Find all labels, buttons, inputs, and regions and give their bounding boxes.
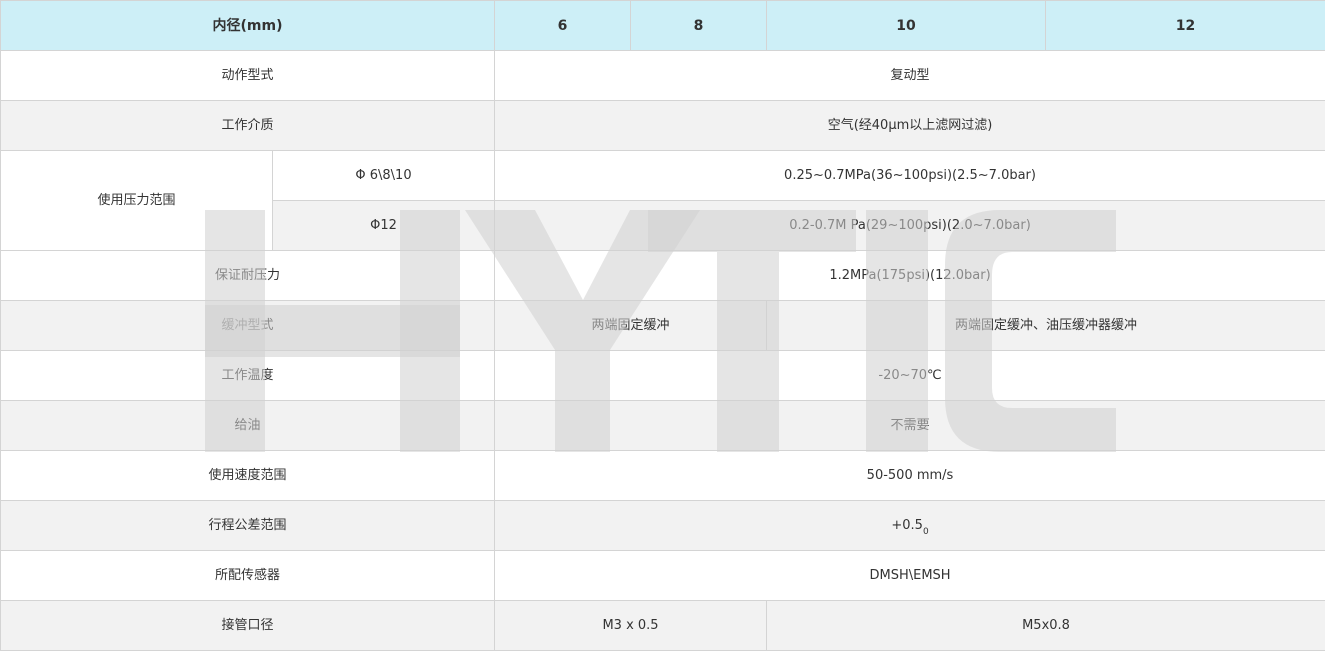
- table-row: 保证耐压力 1.2MPa(175psi)(12.0bar): [0, 250, 1325, 301]
- row-label-lubrication: 给油: [0, 400, 496, 451]
- bore-8: 8: [630, 0, 768, 51]
- row-label-stroke-tolerance: 行程公差范围: [0, 500, 496, 551]
- pressure-sub-label-1: Φ 6\8\10: [271, 150, 496, 201]
- row-value-lubrication: 不需要: [494, 400, 1325, 451]
- pressure-sub-value-1: 0.25~0.7MPa(36~100psi)(2.5~7.0bar): [494, 150, 1325, 201]
- row-label-speed: 使用速度范围: [0, 450, 496, 501]
- bore-12: 12: [1045, 0, 1325, 51]
- row-label-pressure: 使用压力范围: [0, 150, 273, 251]
- bore-6: 6: [494, 0, 632, 51]
- table-row: 使用压力范围 Φ 6\8\10 0.25~0.7MPa(36~100psi)(2…: [0, 150, 1325, 251]
- row-value-port-large: M5x0.8: [766, 600, 1325, 651]
- table-row: 所配传感器 DMSH\EMSH: [0, 550, 1325, 601]
- table-row: 给油 不需要: [0, 400, 1325, 451]
- bore-label: 内径(mm): [0, 0, 496, 51]
- table-row: 工作温度 -20~70℃: [0, 350, 1325, 401]
- row-label-sensor: 所配传感器: [0, 550, 496, 601]
- row-label-cushion: 缓冲型式: [0, 300, 496, 351]
- row-label-port: 接管口径: [0, 600, 496, 651]
- row-value-proof-pressure: 1.2MPa(175psi)(12.0bar): [494, 250, 1325, 301]
- row-value-stroke-tolerance: +0.50: [494, 500, 1325, 551]
- row-label-proof-pressure: 保证耐压力: [0, 250, 496, 301]
- row-value-cushion-large: 两端固定缓冲、油压缓冲器缓冲: [766, 300, 1325, 351]
- row-label-action-type: 动作型式: [0, 50, 496, 101]
- row-label-temperature: 工作温度: [0, 350, 496, 401]
- table-row: 缓冲型式 两端固定缓冲 两端固定缓冲、油压缓冲器缓冲: [0, 300, 1325, 351]
- row-value-port-small: M3 x 0.5: [494, 600, 768, 651]
- row-value-cushion-small: 两端固定缓冲: [494, 300, 768, 351]
- pressure-sub-value-2: 0.2-0.7M Pa(29~100psi)(2.0~7.0bar): [494, 200, 1325, 251]
- pressure-sub-label-2: Φ12: [271, 200, 496, 251]
- row-label-medium: 工作介质: [0, 100, 496, 151]
- table-row: 使用速度范围 50-500 mm/s: [0, 450, 1325, 501]
- table-row: 工作介质 空气(经40μm以上滤网过滤): [0, 100, 1325, 151]
- row-value-sensor: DMSH\EMSH: [494, 550, 1325, 601]
- row-value-action-type: 复动型: [494, 50, 1325, 101]
- bore-10: 10: [766, 0, 1047, 51]
- spec-table: 内径(mm) 6 8 10 12 动作型式 复动型 工作介质 空气(经40μm以…: [0, 0, 1325, 651]
- table-row: 行程公差范围 +0.50: [0, 500, 1325, 551]
- row-value-temperature: -20~70℃: [494, 350, 1325, 401]
- header-row: 内径(mm) 6 8 10 12: [0, 0, 1325, 51]
- table-row: 接管口径 M3 x 0.5 M5x0.8: [0, 600, 1325, 651]
- tolerance-subscript: 0: [922, 526, 929, 537]
- row-value-speed: 50-500 mm/s: [494, 450, 1325, 501]
- row-value-medium: 空气(经40μm以上滤网过滤): [494, 100, 1325, 151]
- table-row: 动作型式 复动型: [0, 50, 1325, 101]
- tolerance-value: +0.5: [891, 517, 923, 533]
